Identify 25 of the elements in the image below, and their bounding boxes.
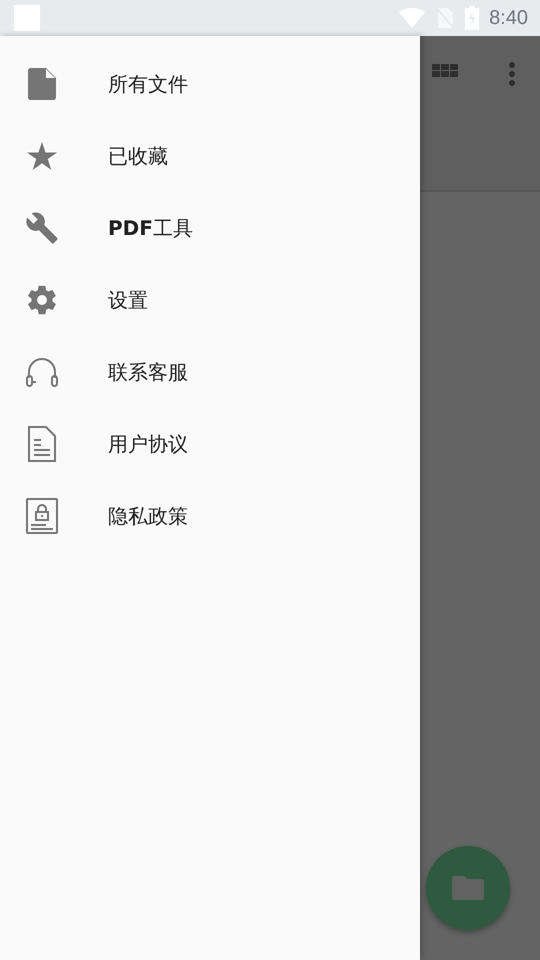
star-icon — [27, 142, 57, 170]
lock-document-icon — [26, 498, 58, 534]
status-time: 8:40 — [489, 6, 528, 30]
drawer-item[interactable]: 用户协议 — [0, 408, 420, 480]
file-icon — [28, 68, 56, 100]
drawer-item-label: 用户协议 — [108, 430, 188, 458]
drawer-item-label: 联系客服 — [108, 358, 188, 386]
drawer-item-label: 设置 — [108, 286, 148, 314]
wrench-icon — [25, 211, 59, 245]
notification-icon — [14, 5, 40, 31]
more-options-icon[interactable] — [508, 61, 516, 87]
drawer-item[interactable]: 已收藏 — [0, 120, 420, 192]
drawer-item[interactable]: 所有文件 — [0, 48, 420, 120]
wifi-icon — [399, 8, 426, 28]
drawer-item-label: 已收藏 — [108, 142, 168, 170]
drawer-item[interactable]: 设置 — [0, 264, 420, 336]
drawer-item[interactable]: PDF工具 — [0, 192, 420, 264]
drawer-item[interactable]: 隐私政策 — [0, 480, 420, 552]
drawer-item-label: PDF工具 — [108, 214, 193, 242]
drawer-item-label: 所有文件 — [108, 70, 188, 98]
headset-icon — [25, 356, 59, 388]
drawer-item-label: 隐私政策 — [108, 502, 188, 530]
drawer-item[interactable]: 联系客服 — [0, 336, 420, 408]
document-icon — [28, 426, 56, 462]
folder-icon — [452, 876, 484, 900]
